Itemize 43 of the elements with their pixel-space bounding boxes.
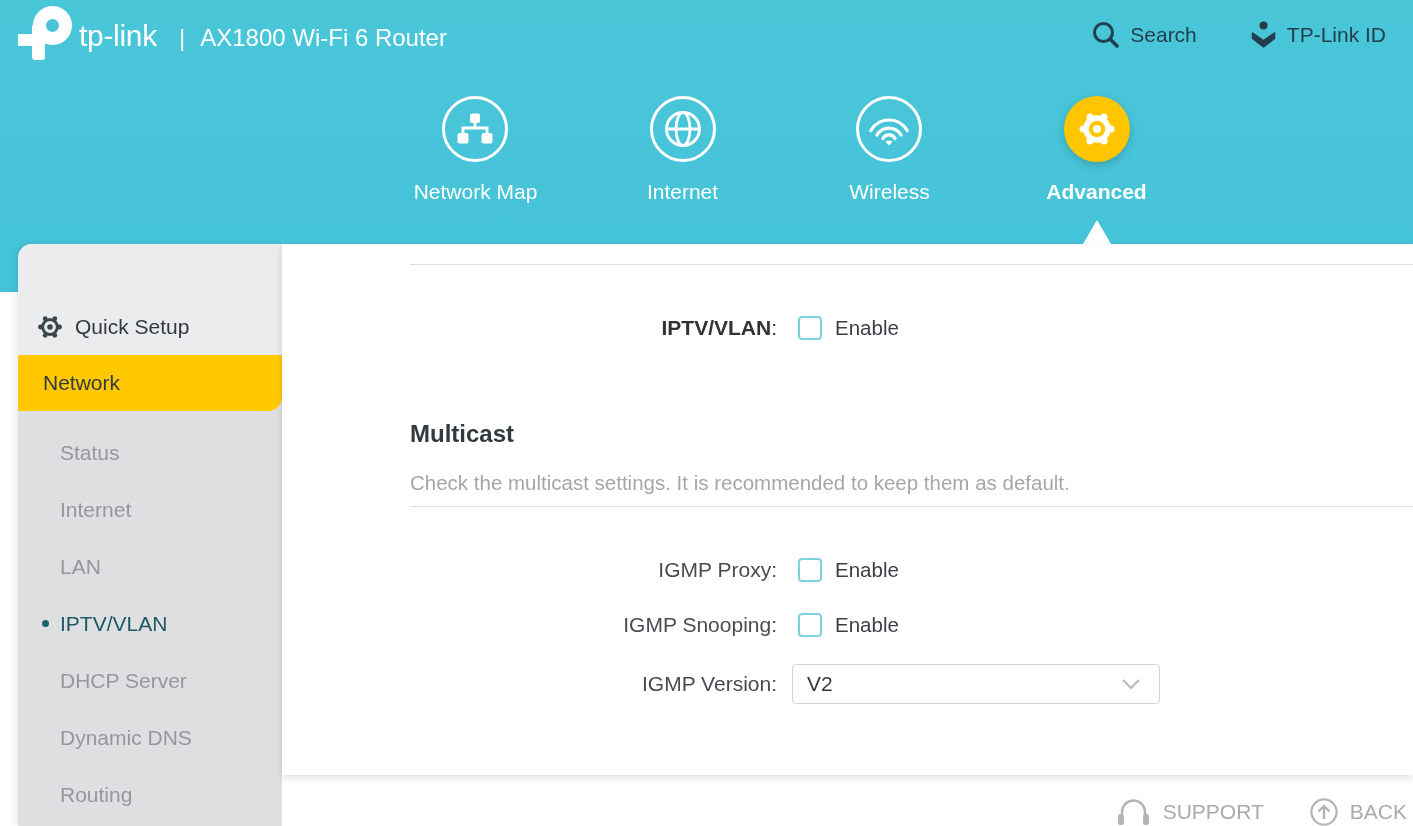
bullet-icon xyxy=(42,620,49,627)
version-dropdown[interactable]: V2 xyxy=(792,664,1160,704)
nav-tab[interactable]: Internet xyxy=(646,96,719,204)
sidebar-link[interactable]: Internet xyxy=(42,497,132,522)
wifi-icon xyxy=(856,96,923,162)
caret-icon xyxy=(1121,678,1141,690)
gear-icon xyxy=(1063,96,1130,162)
account-link[interactable]: TP-Link ID xyxy=(1250,21,1386,48)
nav-tab[interactable]: Network Map xyxy=(413,96,538,204)
checkbox[interactable] xyxy=(798,613,822,637)
logo-icon xyxy=(18,6,74,60)
sidebar-link[interactable]: Status xyxy=(42,440,120,465)
product-name: AX1800 Wi-Fi 6 Router xyxy=(200,23,447,52)
network-map-icon xyxy=(442,96,509,162)
field-label: IGMP Proxy: xyxy=(657,558,777,582)
nav-tab[interactable]: Wireless xyxy=(849,96,930,204)
field-label: IGMP Version: xyxy=(641,672,777,696)
sidebar-link[interactable]: DHCP Server xyxy=(42,668,187,693)
option-label: Enable xyxy=(835,613,899,637)
option-label: Enable xyxy=(835,316,899,340)
nav-tab[interactable]: Advanced xyxy=(1046,96,1147,204)
title-separator: | xyxy=(178,23,186,52)
person-icon xyxy=(1250,21,1276,48)
search-button[interactable]: Search xyxy=(1092,21,1197,48)
sidebar-link[interactable]: IPTV/VLAN xyxy=(42,611,168,636)
globe-icon xyxy=(649,96,716,162)
field-label: IGMP Snooping: xyxy=(622,613,777,637)
logo-text: tp-link xyxy=(79,18,157,53)
sidebar-link[interactable]: Dynamic DNS xyxy=(42,725,192,750)
gear-icon xyxy=(37,314,63,340)
checkbox[interactable] xyxy=(798,316,822,340)
section-description: Check the multicast settings. It is recommended to keep them as default. xyxy=(410,472,1071,494)
back-link[interactable]: BACK xyxy=(1309,798,1407,826)
sidebar-link[interactable]: LAN xyxy=(42,554,101,579)
support-link[interactable]: SUPPORT xyxy=(1115,798,1264,826)
search-icon xyxy=(1092,21,1120,48)
sidebar-link[interactable]: Routing xyxy=(42,782,133,807)
sidebar-section[interactable]: Network xyxy=(18,355,282,411)
checkbox[interactable] xyxy=(798,558,822,582)
headset-icon xyxy=(1115,798,1151,826)
field-label: IPTV/VLAN: xyxy=(660,316,777,340)
option-label: Enable xyxy=(835,558,899,582)
section-title: Multicast xyxy=(410,420,515,448)
